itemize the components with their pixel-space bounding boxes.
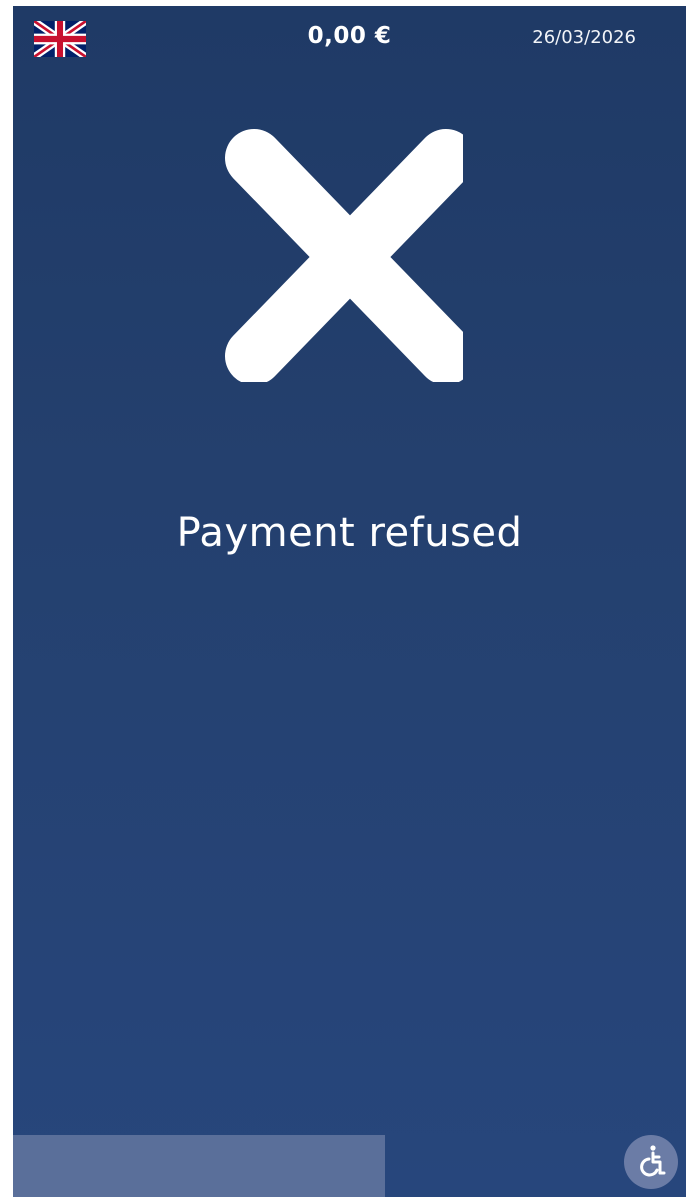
progress-bar [13,1135,686,1197]
transaction-date: 26/03/2026 [532,27,636,48]
payment-screen: 0,00 € 26/03/2026 Payment refused [13,6,686,1197]
accessibility-icon [640,1145,666,1177]
status-message: Payment refused [176,510,523,556]
accessibility-button[interactable] [624,1135,678,1189]
close-icon [223,122,463,382]
progress-bar-fill [13,1135,385,1197]
